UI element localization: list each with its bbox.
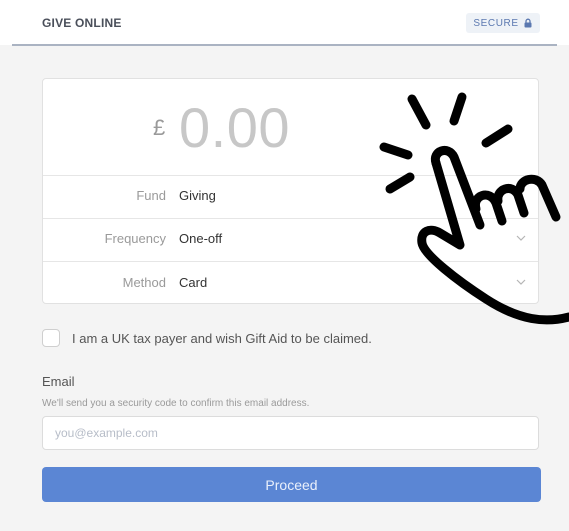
method-label: Method <box>122 275 166 290</box>
email-label: Email <box>42 374 75 389</box>
fund-value: Giving <box>179 188 216 203</box>
fund-label: Fund <box>136 188 166 203</box>
secure-label: SECURE <box>473 17 519 29</box>
currency-symbol: £ <box>153 115 166 140</box>
donation-form-card: £ 0.00 Fund Giving Frequency One-off Met… <box>42 78 539 304</box>
lock-icon <box>524 18 532 28</box>
page-title: GIVE ONLINE <box>42 16 122 30</box>
method-select[interactable]: Method Card <box>43 262 538 305</box>
frequency-value: One-off <box>179 231 223 246</box>
gift-aid-checkbox[interactable] <box>42 329 60 347</box>
frequency-select[interactable]: Frequency One-off <box>43 218 538 262</box>
method-value: Card <box>179 275 208 290</box>
secure-badge: SECURE <box>466 13 540 33</box>
chevron-down-icon <box>516 235 526 241</box>
email-help-text: We'll send you a security code to confir… <box>42 398 310 409</box>
gift-aid-option[interactable]: I am a UK tax payer and wish Gift Aid to… <box>42 328 372 348</box>
amount-field[interactable]: £ 0.00 <box>43 79 538 176</box>
frequency-label: Frequency <box>104 231 166 246</box>
chevron-down-icon <box>516 279 526 285</box>
gift-aid-label: I am a UK tax payer and wish Gift Aid to… <box>72 330 372 346</box>
proceed-button[interactable]: Proceed <box>42 467 541 502</box>
amount-value[interactable]: 0.00 <box>179 95 290 160</box>
email-field[interactable] <box>42 416 539 450</box>
header-bar: GIVE ONLINE SECURE <box>0 0 569 45</box>
fund-row[interactable]: Fund Giving <box>43 175 538 219</box>
header-divider <box>12 44 557 46</box>
